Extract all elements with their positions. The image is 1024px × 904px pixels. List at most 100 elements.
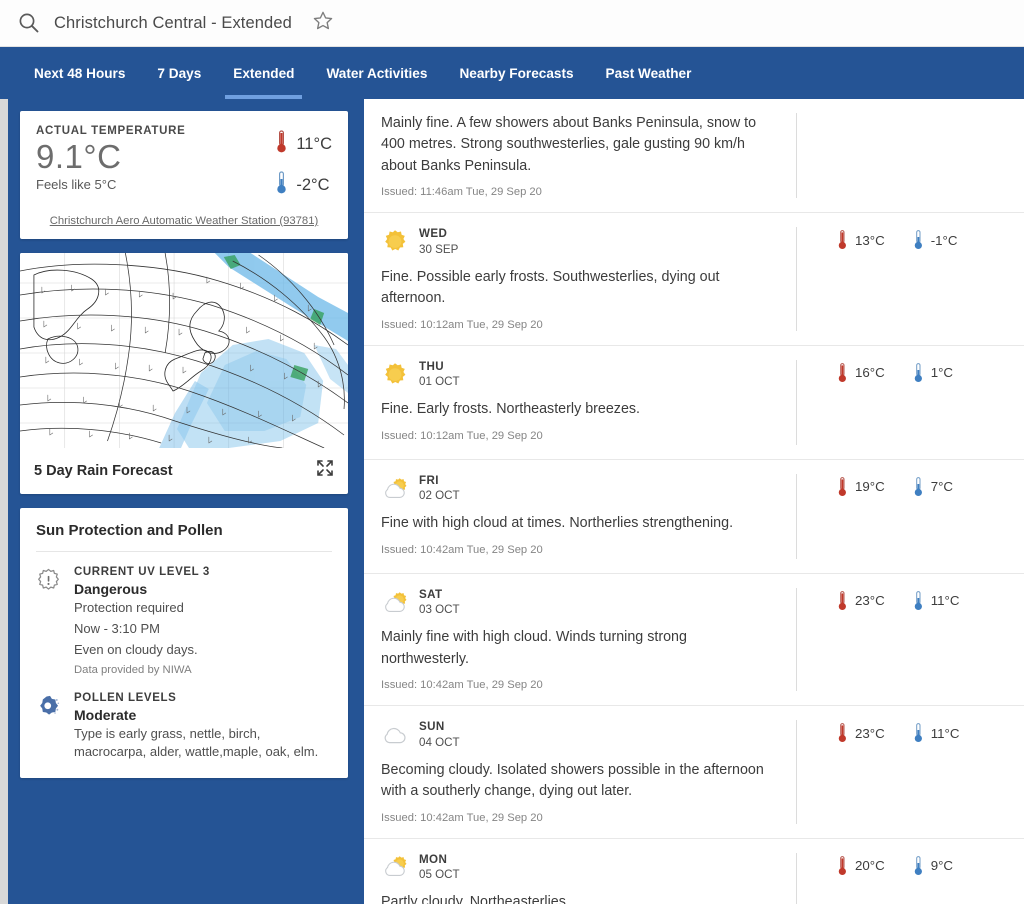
forecast-low-value: 1°C [930,365,954,381]
forecast-day: FRI [419,473,439,487]
tab-extended[interactable]: Extended [217,47,310,99]
partly-cloudy-icon [381,853,409,881]
tab-water-activities[interactable]: Water Activities [310,47,443,99]
tab-label: 7 Days [157,65,202,81]
forecast-date: 02 OCT [419,489,460,503]
sun-protection-heading: Sun Protection and Pollen [36,522,332,552]
forecast-low: 11°C [913,722,960,744]
actual-temperature-card: ACTUAL TEMPERATURE 9.1°C Feels like 5°C [20,111,348,239]
forecast-day: THU [419,359,445,373]
forecast-high: 13°C [837,229,885,251]
forecast-description: Becoming cloudy. Isolated showers possib… [381,761,764,800]
forecast-issued: Issued: 10:12am Tue, 29 Sep 20 [381,429,543,442]
forecast-high-value: 13°C [855,232,885,248]
tab-label: Next 48 Hours [34,65,126,81]
forecast-low-value: 7°C [930,479,954,495]
tab-label: Past Weather [605,65,692,81]
pollen-types: Type is early grass, nettle, birch, macr… [74,725,319,760]
forecast-issued: Issued: 10:12am Tue, 29 Sep 20 [381,318,543,331]
tab-label: Water Activities [326,65,428,81]
forecast-row[interactable]: Mainly fine. A few showers about Banks P… [364,99,1024,214]
forecast-row[interactable]: SUN 04 OCT Becoming cloudy. Isolated sho… [364,706,1024,839]
tab-7-days[interactable]: 7 Days [141,47,217,99]
forecast-temperatures: 20°C 9°C [796,852,1024,904]
forecast-low-value: 11°C [930,593,960,609]
forecast-row[interactable]: MON 05 OCT Partly cloudy. Northeasterlie… [364,839,1024,904]
rain-forecast-map[interactable] [20,253,348,448]
uv-level-label: CURRENT UV LEVEL 3 [74,566,210,578]
forecast-date: 01 OCT [419,375,460,389]
forecast-temperatures: 19°C 7°C [796,473,1024,559]
forecast-low: 9°C [913,855,953,877]
forecast-row[interactable]: THU 01 OCT Fine. Early frosts. Northeast… [364,346,1024,460]
uv-time: Now - 3:10 PM [74,620,160,636]
forecast-row[interactable]: SAT 03 OCT Mainly fine with high cloud. … [364,574,1024,707]
forecast-high: 23°C [837,590,885,612]
forecast-issued: Issued: 10:42am Tue, 29 Sep 20 [381,543,543,556]
forecast-low-value: -1°C [930,232,958,248]
thermometer-blue-icon [275,170,288,201]
forecast-issued: Issued: 10:42am Tue, 29 Sep 20 [381,679,543,692]
forecast-date: 05 OCT [419,868,460,882]
cloudy-icon [381,721,409,749]
low-temperature: -2°C [275,170,332,201]
forecast-description: Mainly fine with high cloud. Winds turni… [381,629,687,667]
uv-level-value: Dangerous [74,581,148,597]
forecast-description: Mainly fine. A few showers about Banks P… [381,115,757,174]
uv-block: CURRENT UV LEVEL 3 Dangerous Protection … [36,566,332,676]
forecast-description: Fine with high cloud at times. Northerli… [381,515,734,532]
rain-forecast-card[interactable]: 5 Day Rain Forecast [20,253,348,494]
forecast-description: Fine. Possible early frosts. Southwester… [381,268,720,307]
tab-past-weather[interactable]: Past Weather [590,47,708,99]
forecast-low: 11°C [913,590,960,612]
forecast-high-value: 16°C [855,365,885,381]
forecast-list: Mainly fine. A few showers about Banks P… [364,99,1024,904]
forecast-low: -1°C [913,229,958,251]
nav-tabs: Next 48 Hours 7 Days Extended Water Acti… [0,47,1024,99]
pollen-level-value: Moderate [74,706,137,723]
sunny-icon [381,228,409,256]
sun-protection-card: Sun Protection and Pollen CURRENT UV LEV… [20,508,348,779]
forecast-temperatures: 23°C 11°C [796,720,1024,824]
tab-label: Nearby Forecasts [459,65,574,81]
left-rail [0,99,8,904]
tab-nearby-forecasts[interactable]: Nearby Forecasts [443,47,589,99]
forecast-date: 04 OCT [419,735,460,749]
forecast-day: SAT [419,587,443,601]
search-bar: Christchurch Central - Extended [0,0,1024,47]
actual-temperature-label: ACTUAL TEMPERATURE [36,125,186,137]
pollen-block: POLLEN LEVELS Moderate Type is early gra… [36,692,332,763]
search-input[interactable]: Christchurch Central - Extended [54,14,292,33]
forecast-issued: Issued: 10:42am Tue, 29 Sep 20 [381,811,543,824]
forecast-row[interactable]: FRI 02 OCT Fine with high cloud at times… [364,460,1024,574]
uv-note: Even on cloudy days. [74,641,198,657]
expand-icon[interactable] [316,459,334,482]
weather-station-link[interactable]: Christchurch Aero Automatic Weather Stat… [36,215,332,227]
forecast-high: 16°C [837,362,885,384]
forecast-high-value: 23°C [855,725,885,741]
forecast-temperatures [796,113,1024,199]
forecast-date: 03 OCT [419,603,460,617]
rain-forecast-title: 5 Day Rain Forecast [34,462,173,479]
forecast-low: 1°C [913,362,953,384]
pollen-level-label: POLLEN LEVELS [74,691,177,704]
forecast-low-value: 9°C [930,858,954,874]
tab-next-48-hours[interactable]: Next 48 Hours [18,47,141,99]
forecast-description: Partly cloudy. Northeasterlies. [381,894,570,904]
forecast-temperatures: 16°C 1°C [796,359,1024,445]
sidebar: ACTUAL TEMPERATURE 9.1°C Feels like 5°C [8,99,364,904]
search-icon[interactable] [18,12,40,34]
forecast-high-value: 20°C [855,858,885,874]
high-temperature-value: 11°C [296,135,332,153]
uv-advice: Protection required [74,600,184,615]
forecast-day: MON [419,852,448,866]
partly-cloudy-icon [381,475,409,503]
forecast-description: Fine. Early frosts. Northeasterly breeze… [381,401,641,418]
star-icon[interactable] [312,10,334,37]
forecast-row[interactable]: WED 30 SEP Fine. Possible early frosts. … [364,213,1024,346]
forecast-temperatures: 13°C -1°C [796,227,1024,331]
thermometer-red-icon [275,129,288,160]
forecast-high: 23°C [837,722,885,744]
forecast-day: SUN [419,720,445,734]
forecast-low-value: 11°C [930,725,960,741]
